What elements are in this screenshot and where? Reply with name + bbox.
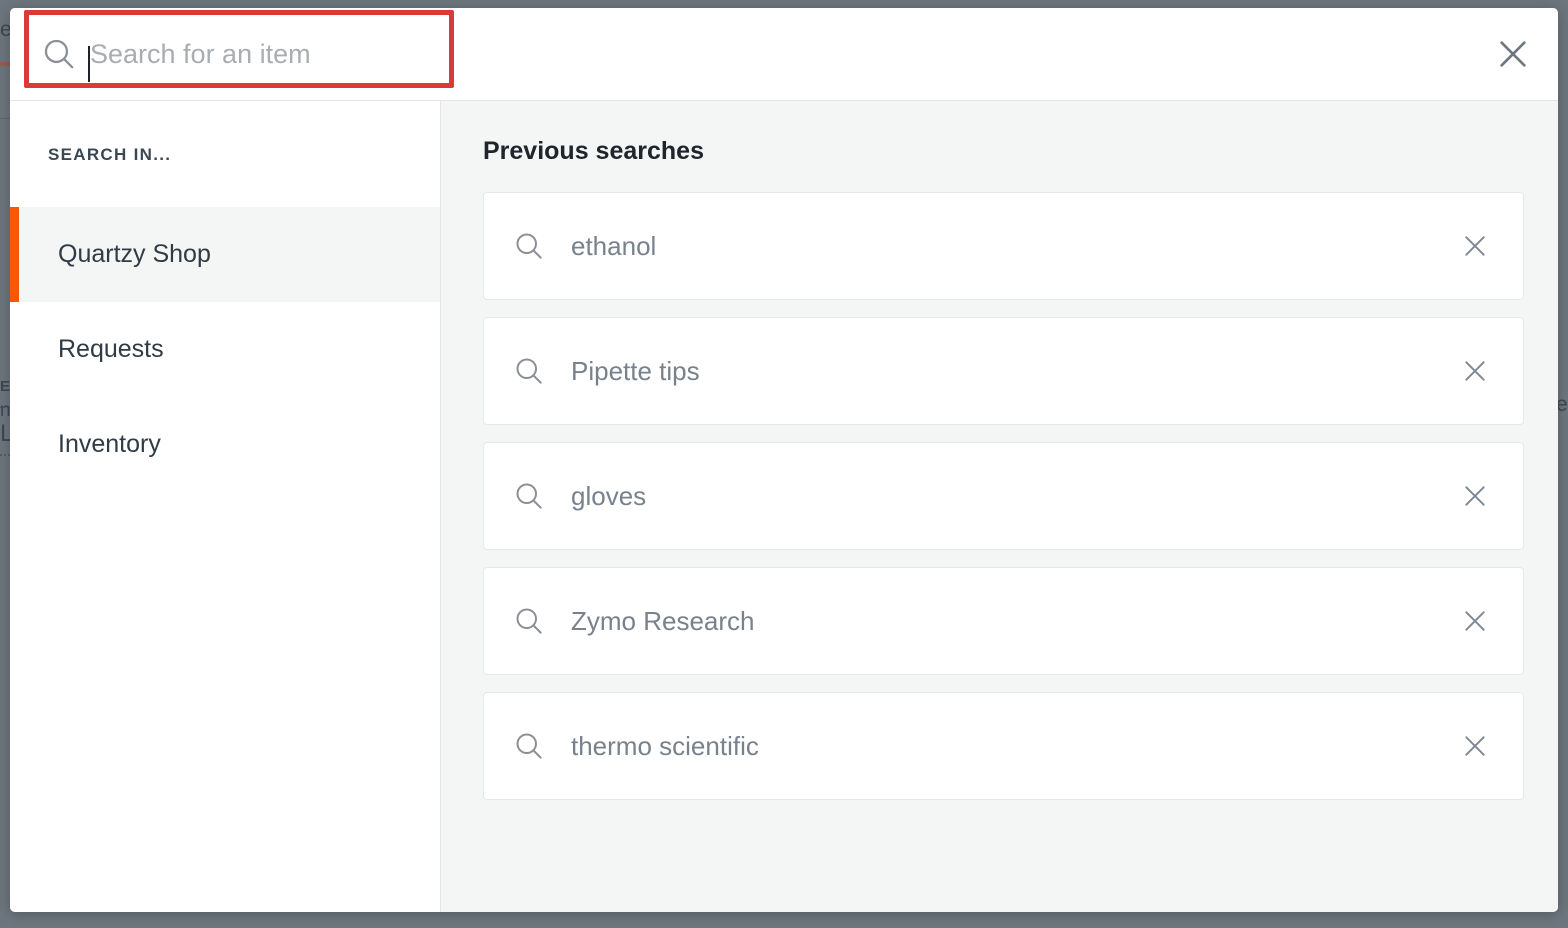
remove-previous-search-button[interactable] — [1453, 474, 1497, 518]
previous-search-item[interactable]: gloves — [483, 442, 1524, 550]
sidebar-item-requests[interactable]: Requests — [10, 302, 440, 397]
panel-title: Previous searches — [483, 137, 704, 165]
background-text-fragment: n — [0, 400, 11, 421]
search-modal: SEARCH IN... Quartzy Shop Requests Inven… — [10, 8, 1558, 912]
sidebar-item-quartzy-shop[interactable]: Quartzy Shop — [10, 207, 440, 302]
close-icon — [1465, 236, 1485, 256]
text-caret — [88, 46, 90, 82]
modal-body: SEARCH IN... Quartzy Shop Requests Inven… — [10, 101, 1558, 912]
close-icon — [1465, 611, 1485, 631]
remove-previous-search-button[interactable] — [1453, 349, 1497, 393]
previous-search-label: ethanol — [571, 230, 657, 261]
previous-search-label: gloves — [571, 480, 647, 511]
modal-header — [10, 8, 1558, 101]
close-icon — [1465, 486, 1485, 506]
sidebar-item-inventory[interactable]: Inventory — [10, 397, 440, 492]
search-scope-sidebar: SEARCH IN... Quartzy Shop Requests Inven… — [10, 101, 441, 912]
previous-search-label: Pipette tips — [571, 355, 700, 386]
remove-previous-search-button[interactable] — [1453, 599, 1497, 643]
search-icon — [516, 483, 542, 509]
close-icon — [1500, 41, 1526, 67]
search-field-container[interactable] — [10, 8, 1468, 100]
previous-searches-panel: Previous searches ethanol Pipette tips g… — [441, 101, 1558, 912]
search-icon — [516, 733, 542, 759]
previous-search-item[interactable]: Zymo Research — [483, 567, 1524, 675]
search-icon — [516, 608, 542, 634]
close-icon — [1465, 736, 1485, 756]
previous-search-item[interactable]: Pipette tips — [483, 317, 1524, 425]
remove-previous-search-button[interactable] — [1453, 224, 1497, 268]
previous-search-label: Zymo Research — [571, 605, 755, 636]
remove-previous-search-button[interactable] — [1453, 724, 1497, 768]
sidebar-item-label: Requests — [58, 335, 164, 363]
close-modal-button[interactable] — [1468, 8, 1558, 100]
search-input[interactable] — [90, 38, 1270, 70]
search-icon — [516, 358, 542, 384]
sidebar-item-label: Quartzy Shop — [58, 240, 211, 268]
previous-search-label: thermo scientific — [571, 730, 759, 761]
previous-search-item[interactable]: ethanol — [483, 192, 1524, 300]
search-icon — [516, 233, 542, 259]
background-text-fragment: E — [0, 378, 11, 395]
sidebar-heading: SEARCH IN... — [48, 145, 172, 164]
search-icon — [44, 39, 74, 69]
sidebar-item-label: Inventory — [58, 430, 161, 458]
previous-search-item[interactable]: thermo scientific — [483, 692, 1524, 800]
close-icon — [1465, 361, 1485, 381]
